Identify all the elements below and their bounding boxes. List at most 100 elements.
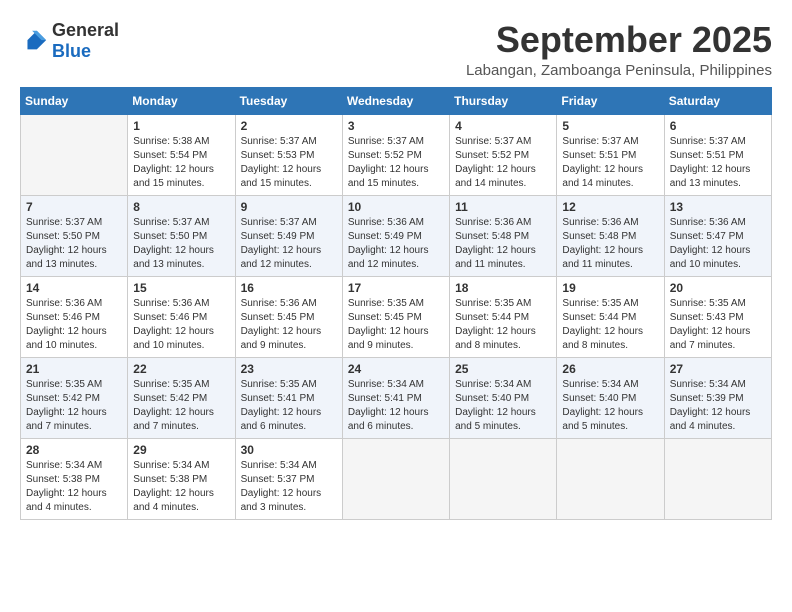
column-header-thursday: Thursday xyxy=(450,87,557,114)
logo-icon xyxy=(20,27,48,55)
calendar-cell: 6 Sunrise: 5:37 AM Sunset: 5:51 PM Daylig… xyxy=(664,114,771,195)
day-info: Sunrise: 5:34 AM Sunset: 5:38 PM Dayligh… xyxy=(133,459,229,515)
day-info: Sunrise: 5:37 AM Sunset: 5:52 PM Dayligh… xyxy=(455,135,551,191)
day-number: 19 xyxy=(562,281,658,295)
day-info: Sunrise: 5:37 AM Sunset: 5:50 PM Dayligh… xyxy=(26,216,122,272)
calendar-cell: 8 Sunrise: 5:37 AM Sunset: 5:50 PM Daylig… xyxy=(128,195,235,276)
day-number: 18 xyxy=(455,281,551,295)
day-number: 3 xyxy=(348,119,444,133)
logo-general: General xyxy=(52,20,119,40)
column-header-tuesday: Tuesday xyxy=(235,87,342,114)
day-number: 23 xyxy=(241,362,337,376)
calendar-row: 28Sunrise: 5:34 AM Sunset: 5:38 PM Dayli… xyxy=(21,438,772,519)
day-info: Sunrise: 5:35 AM Sunset: 5:41 PM Dayligh… xyxy=(241,378,337,434)
calendar-header-row: SundayMondayTuesdayWednesdayThursdayFrid… xyxy=(21,87,772,114)
day-number: 2 xyxy=(241,119,337,133)
day-info: Sunrise: 5:34 AM Sunset: 5:37 PM Dayligh… xyxy=(241,459,337,515)
day-number: 22 xyxy=(133,362,229,376)
day-number: 27 xyxy=(670,362,766,376)
day-info: Sunrise: 5:36 AM Sunset: 5:46 PM Dayligh… xyxy=(133,297,229,353)
calendar-cell: 19 Sunrise: 5:35 AM Sunset: 5:44 PM Dayli… xyxy=(557,276,664,357)
day-number: 5 xyxy=(562,119,658,133)
calendar-row: 1Sunrise: 5:38 AM Sunset: 5:54 PM Daylig… xyxy=(21,114,772,195)
day-number: 12 xyxy=(562,200,658,214)
calendar-cell: 22Sunrise: 5:35 AM Sunset: 5:42 PM Dayli… xyxy=(128,357,235,438)
calendar-cell: 5 Sunrise: 5:37 AM Sunset: 5:51 PM Daylig… xyxy=(557,114,664,195)
month-title: September 2025 xyxy=(466,20,772,60)
calendar-cell: 15 Sunrise: 5:36 AM Sunset: 5:46 PM Dayli… xyxy=(128,276,235,357)
calendar-cell xyxy=(664,438,771,519)
day-number: 24 xyxy=(348,362,444,376)
day-number: 8 xyxy=(133,200,229,214)
column-header-friday: Friday xyxy=(557,87,664,114)
page-header: General Blue September 2025 Labangan, Za… xyxy=(20,20,772,79)
day-info: Sunrise: 5:34 AM Sunset: 5:39 PM Dayligh… xyxy=(670,378,766,434)
calendar-cell: 14 Sunrise: 5:36 AM Sunset: 5:46 PM Dayli… xyxy=(21,276,128,357)
day-info: Sunrise: 5:36 AM Sunset: 5:49 PM Dayligh… xyxy=(348,216,444,272)
day-number: 29 xyxy=(133,443,229,457)
day-number: 7 xyxy=(26,200,122,214)
day-number: 15 xyxy=(133,281,229,295)
calendar-cell: 3 Sunrise: 5:37 AM Sunset: 5:52 PM Daylig… xyxy=(342,114,449,195)
column-header-saturday: Saturday xyxy=(664,87,771,114)
calendar-cell: 25 Sunrise: 5:34 AM Sunset: 5:40 PM Dayli… xyxy=(450,357,557,438)
day-info: Sunrise: 5:34 AM Sunset: 5:41 PM Dayligh… xyxy=(348,378,444,434)
day-info: Sunrise: 5:34 AM Sunset: 5:40 PM Dayligh… xyxy=(455,378,551,434)
title-section: September 2025 Labangan, Zamboanga Penin… xyxy=(466,20,772,79)
calendar-row: 7 Sunrise: 5:37 AM Sunset: 5:50 PM Daylig… xyxy=(21,195,772,276)
calendar-cell: 7 Sunrise: 5:37 AM Sunset: 5:50 PM Daylig… xyxy=(21,195,128,276)
calendar-cell: 21 Sunrise: 5:35 AM Sunset: 5:42 PM Dayli… xyxy=(21,357,128,438)
day-number: 26 xyxy=(562,362,658,376)
day-info: Sunrise: 5:36 AM Sunset: 5:48 PM Dayligh… xyxy=(455,216,551,272)
calendar-cell: 16 Sunrise: 5:36 AM Sunset: 5:45 PM Dayli… xyxy=(235,276,342,357)
column-header-wednesday: Wednesday xyxy=(342,87,449,114)
day-info: Sunrise: 5:37 AM Sunset: 5:53 PM Dayligh… xyxy=(241,135,337,191)
calendar-cell: 18 Sunrise: 5:35 AM Sunset: 5:44 PM Dayli… xyxy=(450,276,557,357)
calendar-cell: 24 Sunrise: 5:34 AM Sunset: 5:41 PM Dayli… xyxy=(342,357,449,438)
location-title: Labangan, Zamboanga Peninsula, Philippin… xyxy=(466,62,772,79)
day-info: Sunrise: 5:36 AM Sunset: 5:48 PM Dayligh… xyxy=(562,216,658,272)
calendar-cell: 1Sunrise: 5:38 AM Sunset: 5:54 PM Daylig… xyxy=(128,114,235,195)
calendar-cell: 12 Sunrise: 5:36 AM Sunset: 5:48 PM Dayli… xyxy=(557,195,664,276)
day-info: Sunrise: 5:35 AM Sunset: 5:43 PM Dayligh… xyxy=(670,297,766,353)
calendar-cell: 4Sunrise: 5:37 AM Sunset: 5:52 PM Daylig… xyxy=(450,114,557,195)
day-info: Sunrise: 5:37 AM Sunset: 5:49 PM Dayligh… xyxy=(241,216,337,272)
calendar-cell: 27 Sunrise: 5:34 AM Sunset: 5:39 PM Dayli… xyxy=(664,357,771,438)
day-info: Sunrise: 5:36 AM Sunset: 5:45 PM Dayligh… xyxy=(241,297,337,353)
calendar-cell: 13Sunrise: 5:36 AM Sunset: 5:47 PM Dayli… xyxy=(664,195,771,276)
day-info: Sunrise: 5:37 AM Sunset: 5:51 PM Dayligh… xyxy=(562,135,658,191)
calendar-cell: 11Sunrise: 5:36 AM Sunset: 5:48 PM Dayli… xyxy=(450,195,557,276)
day-number: 17 xyxy=(348,281,444,295)
calendar-cell: 10 Sunrise: 5:36 AM Sunset: 5:49 PM Dayli… xyxy=(342,195,449,276)
day-number: 9 xyxy=(241,200,337,214)
day-number: 21 xyxy=(26,362,122,376)
calendar-cell: 17 Sunrise: 5:35 AM Sunset: 5:45 PM Dayli… xyxy=(342,276,449,357)
day-number: 10 xyxy=(348,200,444,214)
day-info: Sunrise: 5:38 AM Sunset: 5:54 PM Dayligh… xyxy=(133,135,229,191)
calendar-cell: 29 Sunrise: 5:34 AM Sunset: 5:38 PM Dayli… xyxy=(128,438,235,519)
day-info: Sunrise: 5:37 AM Sunset: 5:51 PM Dayligh… xyxy=(670,135,766,191)
logo-text: General Blue xyxy=(52,20,119,62)
column-header-monday: Monday xyxy=(128,87,235,114)
day-info: Sunrise: 5:37 AM Sunset: 5:52 PM Dayligh… xyxy=(348,135,444,191)
day-info: Sunrise: 5:35 AM Sunset: 5:44 PM Dayligh… xyxy=(455,297,551,353)
calendar-cell xyxy=(557,438,664,519)
day-info: Sunrise: 5:36 AM Sunset: 5:46 PM Dayligh… xyxy=(26,297,122,353)
calendar-cell xyxy=(450,438,557,519)
day-number: 6 xyxy=(670,119,766,133)
day-number: 25 xyxy=(455,362,551,376)
day-info: Sunrise: 5:35 AM Sunset: 5:45 PM Dayligh… xyxy=(348,297,444,353)
calendar-row: 14 Sunrise: 5:36 AM Sunset: 5:46 PM Dayli… xyxy=(21,276,772,357)
calendar-table: SundayMondayTuesdayWednesdayThursdayFrid… xyxy=(20,87,772,520)
day-info: Sunrise: 5:37 AM Sunset: 5:50 PM Dayligh… xyxy=(133,216,229,272)
calendar-cell: 9 Sunrise: 5:37 AM Sunset: 5:49 PM Daylig… xyxy=(235,195,342,276)
calendar-cell xyxy=(21,114,128,195)
day-info: Sunrise: 5:35 AM Sunset: 5:42 PM Dayligh… xyxy=(26,378,122,434)
calendar-cell: 2 Sunrise: 5:37 AM Sunset: 5:53 PM Daylig… xyxy=(235,114,342,195)
logo: General Blue xyxy=(20,20,119,62)
day-info: Sunrise: 5:35 AM Sunset: 5:44 PM Dayligh… xyxy=(562,297,658,353)
day-number: 14 xyxy=(26,281,122,295)
calendar-cell xyxy=(342,438,449,519)
day-number: 16 xyxy=(241,281,337,295)
day-number: 20 xyxy=(670,281,766,295)
